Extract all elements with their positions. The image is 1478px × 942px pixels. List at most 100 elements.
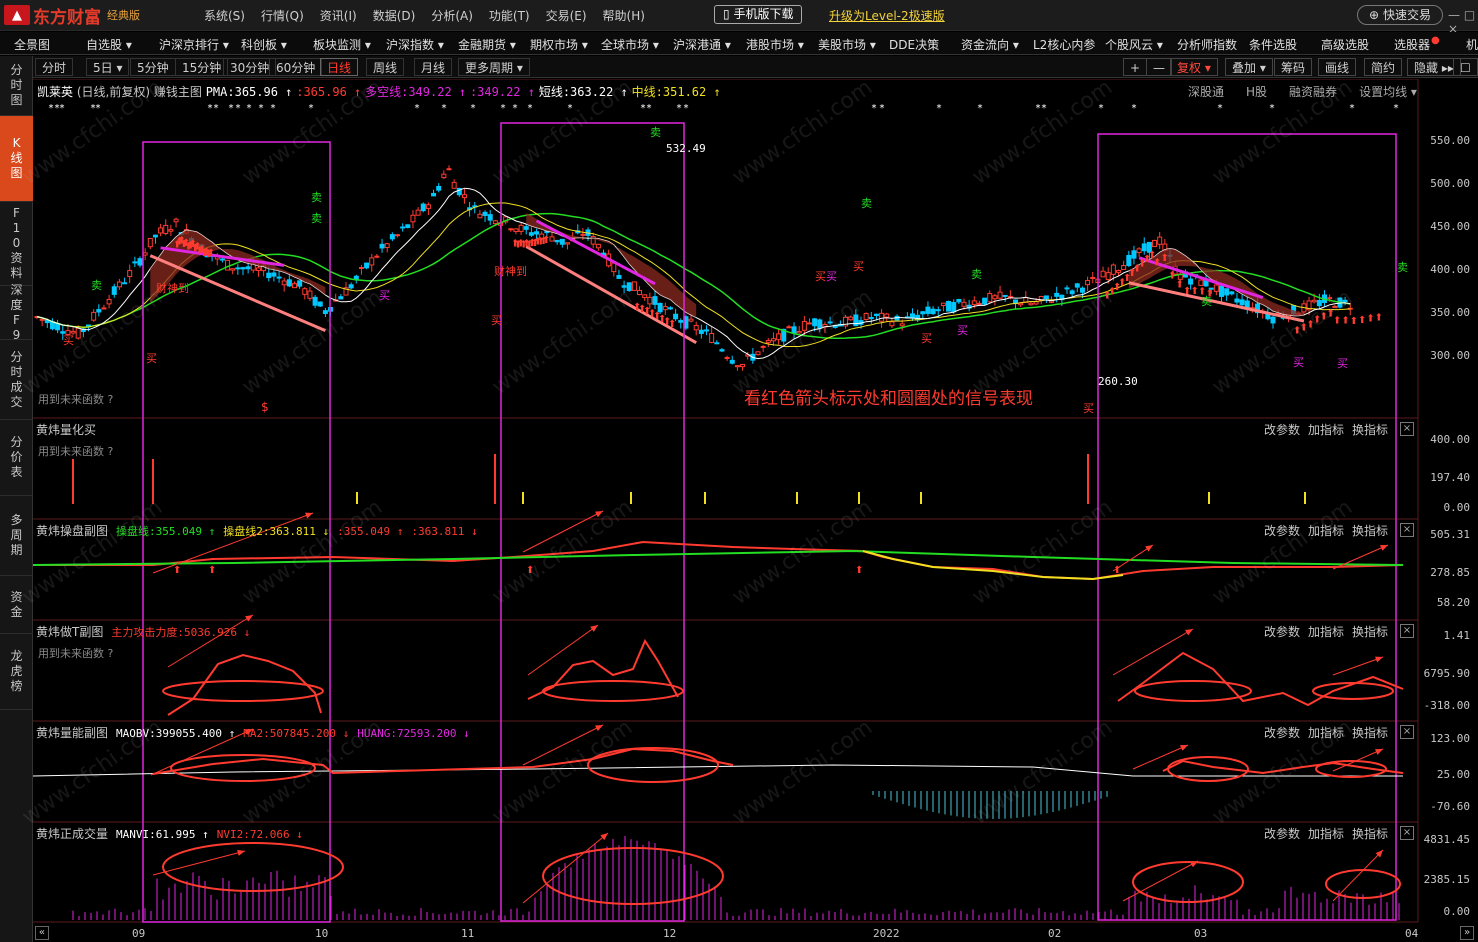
period-button[interactable]: 60分钟 xyxy=(269,58,323,76)
period-button[interactable]: 更多周期 ▾ xyxy=(458,58,530,76)
nav-item[interactable]: DDE决策 xyxy=(889,36,939,53)
scroll-right-icon[interactable]: » xyxy=(1460,926,1474,940)
future-function-note[interactable]: 用到未来函数 ? xyxy=(38,645,113,661)
scroll-left-icon[interactable]: « xyxy=(35,926,49,940)
chart-tool-button[interactable]: 复权 ▾ xyxy=(1170,58,1218,76)
nav-item[interactable]: 自选股 ▾ xyxy=(86,36,132,53)
quick-trade-button[interactable]: ⊕ 快速交易 xyxy=(1357,5,1443,25)
future-function-note[interactable]: 用到未来函数 ? xyxy=(38,443,113,459)
panel-tool-button[interactable]: 加指标 xyxy=(1308,726,1344,740)
panel-title[interactable]: 黄炜操盘副图 xyxy=(36,524,108,538)
main-menu-item[interactable]: 帮助(H) xyxy=(595,7,653,24)
period-button[interactable]: 分时 xyxy=(35,58,74,76)
panel-tool-button[interactable]: 改参数 xyxy=(1264,827,1300,841)
chart-tool-button[interactable]: 画线 xyxy=(1318,58,1357,76)
panel-tool-button[interactable]: 换指标 xyxy=(1352,726,1388,740)
nav-item[interactable]: 机 xyxy=(1466,36,1478,53)
main-menu-item[interactable]: 数据(D) xyxy=(365,7,424,24)
main-right-tool[interactable]: 深股通 xyxy=(1188,85,1224,99)
panel-tool-button[interactable]: 加指标 xyxy=(1308,524,1344,538)
signal-arrow-head xyxy=(600,833,608,841)
candle-body xyxy=(1234,298,1240,303)
panel-tool-button[interactable]: 加指标 xyxy=(1308,625,1344,639)
side-tab[interactable]: K线图 xyxy=(0,116,33,202)
main-menu-item[interactable]: 系统(S) xyxy=(196,7,253,24)
side-tab[interactable]: F10资料 xyxy=(0,202,33,286)
chart-tool-button[interactable]: + xyxy=(1123,58,1148,76)
side-tab[interactable]: 分时图 xyxy=(0,56,33,116)
buy-mark: 买 xyxy=(1083,402,1094,415)
nav-item[interactable]: 板块监测 ▾ xyxy=(313,36,371,53)
period-button[interactable]: 5日 ▾ xyxy=(86,58,130,76)
nav-item[interactable]: 美股市场 ▾ xyxy=(818,36,876,53)
side-tab[interactable]: 龙虎榜 xyxy=(0,634,33,710)
nav-item[interactable]: 全景图 xyxy=(14,36,50,53)
chart-tool-button[interactable]: — xyxy=(1146,58,1172,76)
panel-tool-button[interactable]: 改参数 xyxy=(1264,726,1300,740)
close-panel-icon[interactable]: × xyxy=(1400,523,1414,537)
main-menu-item[interactable]: 行情(Q) xyxy=(253,7,312,24)
panel-tool-button[interactable]: 改参数 xyxy=(1264,625,1300,639)
side-tab[interactable]: 深度F9 xyxy=(0,283,33,342)
nav-item[interactable]: 选股器 xyxy=(1394,36,1430,53)
nav-item[interactable]: 个股风云 ▾ xyxy=(1105,36,1163,53)
main-menu-item[interactable]: 分析(A) xyxy=(423,7,481,24)
chart-tool-button[interactable]: 筹码 xyxy=(1274,58,1313,76)
panel-tool-button[interactable]: 换指标 xyxy=(1352,625,1388,639)
main-menu-item[interactable]: 功能(T) xyxy=(481,7,538,24)
nav-item[interactable]: L2核心内参 xyxy=(1033,36,1095,53)
nav-item[interactable]: 全球市场 ▾ xyxy=(601,36,659,53)
nav-item[interactable]: 金融期货 ▾ xyxy=(458,36,516,53)
panel-tool-button[interactable]: 换指标 xyxy=(1352,524,1388,538)
nav-item[interactable]: 高级选股 xyxy=(1321,36,1369,53)
close-panel-icon[interactable]: × xyxy=(1400,725,1414,739)
main-menu-item[interactable]: 资讯(I) xyxy=(312,7,365,24)
side-tab[interactable]: 多周期 xyxy=(0,496,33,576)
period-button[interactable]: 周线 xyxy=(366,58,405,76)
close-panel-icon[interactable]: × xyxy=(1400,422,1414,436)
panel-y-tick: 58.20 xyxy=(1436,596,1470,609)
chart-tool-button[interactable]: ☐ xyxy=(1453,58,1478,76)
panel-tool-button[interactable]: 换指标 xyxy=(1352,827,1388,841)
side-tab[interactable]: 分时成交 xyxy=(0,340,33,420)
main-right-tool[interactable]: 设置均线 ▾ xyxy=(1359,85,1417,99)
panel-title[interactable]: 黄炜量化买 xyxy=(36,423,96,437)
chart-tool-button[interactable]: 叠加 ▾ xyxy=(1225,58,1273,76)
nav-item[interactable]: 科创板 ▾ xyxy=(241,36,287,53)
attack-curve xyxy=(527,638,679,700)
panel-tool-button[interactable]: 加指标 xyxy=(1308,827,1344,841)
main-menu-item[interactable]: 交易(E) xyxy=(538,7,595,24)
period-button[interactable]: 日线 xyxy=(320,58,359,76)
period-button[interactable]: 5分钟 xyxy=(130,58,176,76)
nav-item[interactable]: 条件选股 xyxy=(1249,36,1297,53)
nav-item[interactable]: 沪深指数 ▾ xyxy=(386,36,444,53)
panel-tool-button[interactable]: 换指标 xyxy=(1352,423,1388,437)
chart-tool-button[interactable]: 简约 xyxy=(1364,58,1403,76)
panel-tool-button[interactable]: 改参数 xyxy=(1264,524,1300,538)
panel-title[interactable]: 黄炜量能副图 xyxy=(36,726,108,740)
period-button[interactable]: 月线 xyxy=(414,58,453,76)
close-panel-icon[interactable]: × xyxy=(1400,624,1414,638)
panel-title[interactable]: 黄炜正成交量 xyxy=(36,827,108,841)
panel-title[interactable]: 黄炜做T副图 xyxy=(36,625,103,639)
nav-item[interactable]: 沪深京排行 ▾ xyxy=(159,36,229,53)
nav-item[interactable]: 资金流向 ▾ xyxy=(961,36,1019,53)
indicator-name[interactable]: 赚钱主图 xyxy=(154,85,202,99)
side-tab[interactable]: 资金 xyxy=(0,576,33,634)
main-right-tool[interactable]: 融资融券 xyxy=(1289,85,1337,99)
panel-tool-button[interactable]: 加指标 xyxy=(1308,423,1344,437)
future-function-note[interactable]: 用到未来函数 ? xyxy=(38,391,113,407)
upgrade-link[interactable]: 升级为Level-2极速版 xyxy=(829,7,945,24)
candle-body xyxy=(796,330,802,334)
side-tab[interactable]: 分价表 xyxy=(0,420,33,496)
period-button[interactable]: 15分钟 xyxy=(175,58,229,76)
close-panel-icon[interactable]: × xyxy=(1400,826,1414,840)
nav-item[interactable]: 期权市场 ▾ xyxy=(530,36,588,53)
nav-item[interactable]: 港股市场 ▾ xyxy=(746,36,804,53)
panel-value: MA2:507845.200 ↓ xyxy=(243,727,350,740)
mobile-download-button[interactable]: ▯ 手机版下载 xyxy=(714,5,803,24)
nav-item[interactable]: 分析师指数 xyxy=(1177,36,1237,53)
main-right-tool[interactable]: H股 xyxy=(1246,85,1267,99)
panel-tool-button[interactable]: 改参数 xyxy=(1264,423,1300,437)
nav-item[interactable]: 沪深港通 ▾ xyxy=(673,36,731,53)
